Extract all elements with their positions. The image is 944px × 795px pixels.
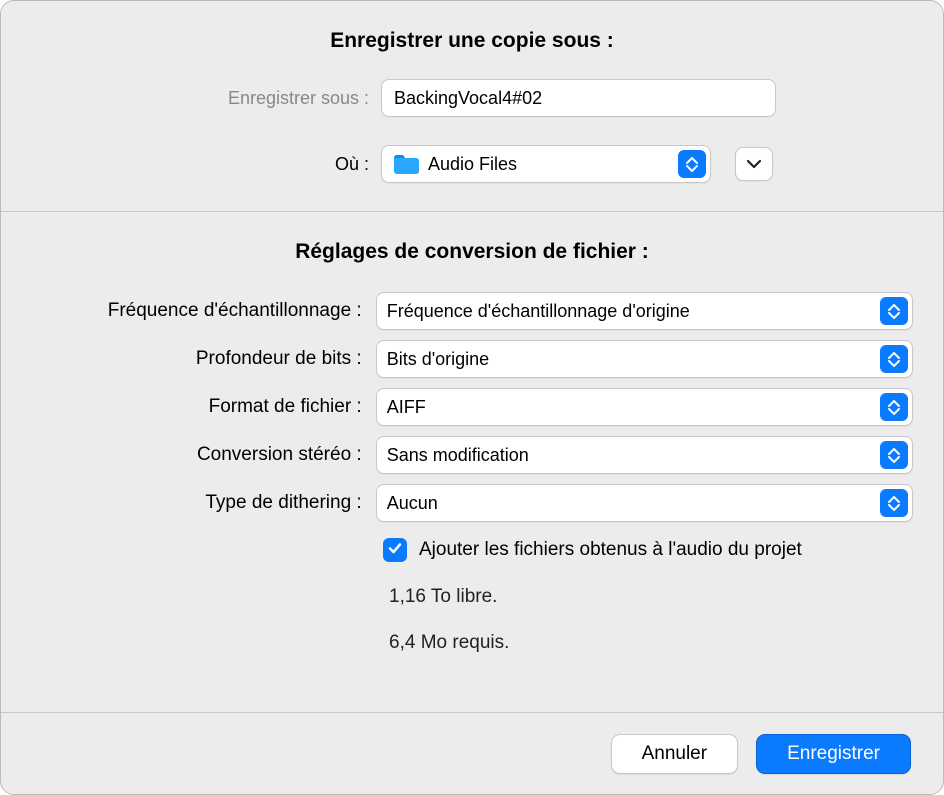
bit-depth-value: Bits d'origine bbox=[387, 349, 490, 370]
sample-rate-popup[interactable]: Fréquence d'échantillonnage d'origine bbox=[376, 292, 913, 330]
where-popup[interactable]: Audio Files bbox=[381, 145, 711, 183]
dialog-title: Enregistrer une copie sous : bbox=[31, 19, 913, 79]
free-space-text: 1,16 To libre. bbox=[31, 586, 913, 608]
cancel-button[interactable]: Annuler bbox=[611, 734, 739, 774]
save-button-label: Enregistrer bbox=[787, 743, 880, 765]
updown-arrows-icon bbox=[678, 150, 706, 178]
where-value: Audio Files bbox=[428, 154, 517, 175]
save-panel: Enregistrer une copie sous : Enregistrer… bbox=[1, 1, 943, 211]
saveas-row: Enregistrer sous : bbox=[31, 79, 913, 117]
file-format-value: AIFF bbox=[387, 397, 426, 418]
conversion-panel: Réglages de conversion de fichier : Fréq… bbox=[1, 212, 943, 682]
bit-depth-popup[interactable]: Bits d'origine bbox=[376, 340, 913, 378]
saveas-label: Enregistrer sous : bbox=[31, 88, 369, 109]
cancel-button-label: Annuler bbox=[642, 743, 708, 765]
updown-arrows-icon bbox=[880, 393, 908, 421]
folder-icon bbox=[392, 153, 420, 175]
save-button[interactable]: Enregistrer bbox=[756, 734, 911, 774]
stereo-conv-value: Sans modification bbox=[387, 445, 529, 466]
add-to-project-checkbox[interactable] bbox=[383, 538, 407, 562]
add-to-project-row: Ajouter les fichiers obtenus à l'audio d… bbox=[31, 538, 913, 562]
dialog-footer: Annuler Enregistrer bbox=[1, 712, 943, 794]
file-format-row: Format de fichier : AIFF bbox=[31, 388, 913, 426]
sample-rate-row: Fréquence d'échantillonnage : Fréquence … bbox=[31, 292, 913, 330]
chevron-down-icon bbox=[746, 154, 762, 174]
expand-button[interactable] bbox=[735, 147, 773, 181]
save-copy-dialog: Enregistrer une copie sous : Enregistrer… bbox=[0, 0, 944, 795]
sample-rate-value: Fréquence d'échantillonnage d'origine bbox=[387, 301, 690, 322]
stereo-conv-popup[interactable]: Sans modification bbox=[376, 436, 913, 474]
required-space-text: 6,4 Mo requis. bbox=[31, 632, 913, 654]
dithering-row: Type de dithering : Aucun bbox=[31, 484, 913, 522]
updown-arrows-icon bbox=[880, 345, 908, 373]
dithering-value: Aucun bbox=[387, 493, 438, 514]
updown-arrows-icon bbox=[880, 441, 908, 469]
dithering-label: Type de dithering : bbox=[31, 492, 362, 514]
file-format-label: Format de fichier : bbox=[31, 396, 362, 418]
updown-arrows-icon bbox=[880, 297, 908, 325]
add-to-project-label: Ajouter les fichiers obtenus à l'audio d… bbox=[419, 539, 802, 561]
conversion-section-title: Réglages de conversion de fichier : bbox=[31, 240, 913, 264]
bit-depth-row: Profondeur de bits : Bits d'origine bbox=[31, 340, 913, 378]
saveas-input[interactable] bbox=[381, 79, 776, 117]
checkmark-icon bbox=[387, 540, 403, 561]
where-label: Où : bbox=[31, 154, 369, 175]
file-format-popup[interactable]: AIFF bbox=[376, 388, 913, 426]
where-row: Où : Audio Files bbox=[31, 145, 913, 183]
bit-depth-label: Profondeur de bits : bbox=[31, 348, 362, 370]
stereo-conv-row: Conversion stéréo : Sans modification bbox=[31, 436, 913, 474]
sample-rate-label: Fréquence d'échantillonnage : bbox=[31, 300, 362, 322]
updown-arrows-icon bbox=[880, 489, 908, 517]
stereo-conv-label: Conversion stéréo : bbox=[31, 444, 362, 466]
dithering-popup[interactable]: Aucun bbox=[376, 484, 913, 522]
